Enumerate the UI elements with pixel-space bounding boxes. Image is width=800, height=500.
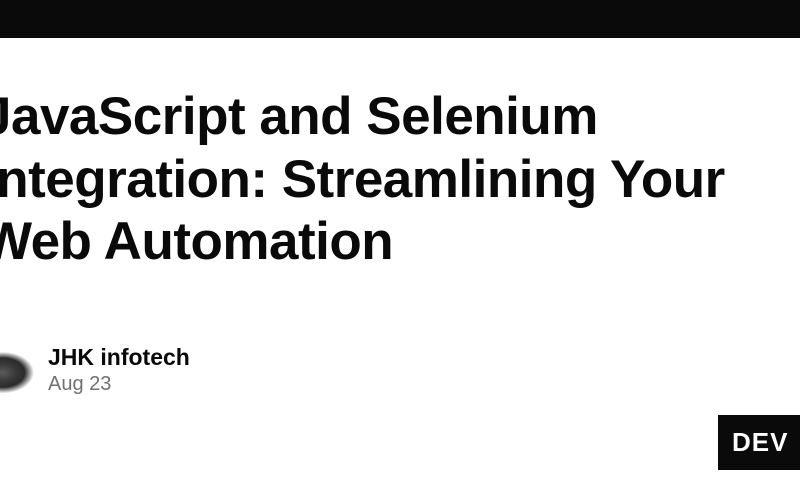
article-title: JavaScript and Selenium Integration: Str… [0, 86, 800, 274]
author-block: JHK infotech Aug 23 [48, 344, 190, 396]
author-name[interactable]: JHK infotech [48, 344, 190, 371]
byline: JHK infotech Aug 23 [0, 344, 800, 396]
top-bar [0, 0, 800, 38]
dev-badge[interactable]: DEV [718, 415, 800, 470]
author-avatar[interactable] [0, 344, 34, 396]
article-content: JavaScript and Selenium Integration: Str… [0, 38, 800, 274]
publish-date: Aug 23 [48, 373, 190, 396]
